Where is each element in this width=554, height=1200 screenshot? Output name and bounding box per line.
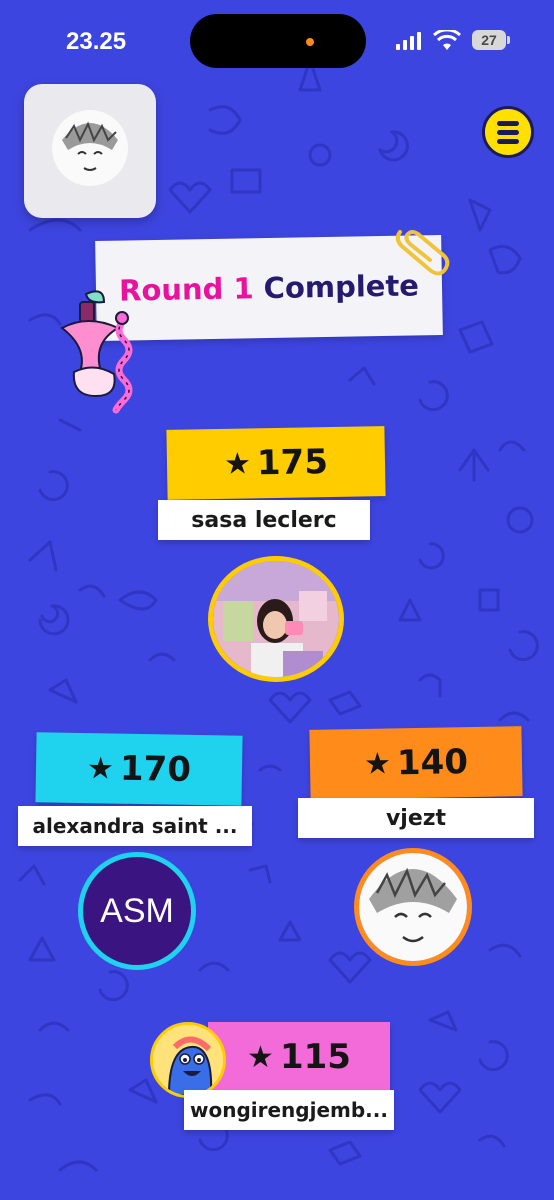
recording-indicator-dot [306,38,314,46]
player-3-avatar [354,848,472,966]
battery-tip [507,36,510,44]
dynamic-island [190,14,366,68]
menu-bar-bottom [497,139,519,144]
player-1-avatar [208,556,344,682]
player-1-name-tag: sasa leclerc [158,500,370,540]
player-1-name: sasa leclerc [191,507,337,533]
player-4-score: 115 [279,1037,351,1077]
my-avatar-image [52,110,128,186]
star-icon: ★ [363,745,392,782]
player-2-score: 170 [119,748,192,790]
player-2-name: alexandra saint ... [32,814,238,838]
player-4-name-tag: wongirengjemb... [184,1090,394,1130]
player-2-score-tag: ★ 170 [35,732,243,806]
menu-bar-top [497,121,519,126]
star-icon: ★ [223,445,252,482]
player-4-name: wongirengjemb... [190,1098,388,1122]
status-bar: 23.25 27 [0,0,554,80]
player-3-score: 140 [396,742,469,784]
player-3-score-tag: ★ 140 [309,726,523,800]
star-icon: ★ [86,750,115,787]
player-3-name-tag: vjezt [298,798,534,838]
player-2-avatar: ASM [78,852,196,970]
player-4-score-tag: ★ 115 [208,1022,390,1092]
wifi-icon [433,30,461,50]
menu-bar-middle [497,130,519,135]
status-time: 23.25 [66,28,127,55]
paperclip-icon [395,230,450,276]
apple-core-worm-icon [60,290,133,414]
star-icon: ★ [247,1039,274,1075]
player-1-score: 175 [256,442,329,484]
player-3-name: vjezt [385,805,447,831]
player-4-avatar [150,1022,226,1098]
player-1-score-tag: ★ 175 [166,426,386,500]
my-avatar-card[interactable] [24,84,156,218]
player-2-initials: ASM [100,891,174,930]
battery-indicator: 27 [472,30,506,50]
player-2-name-tag: alexandra saint ... [18,806,252,846]
hamburger-menu-button[interactable] [482,106,534,158]
cellular-signal-icon [396,32,421,50]
